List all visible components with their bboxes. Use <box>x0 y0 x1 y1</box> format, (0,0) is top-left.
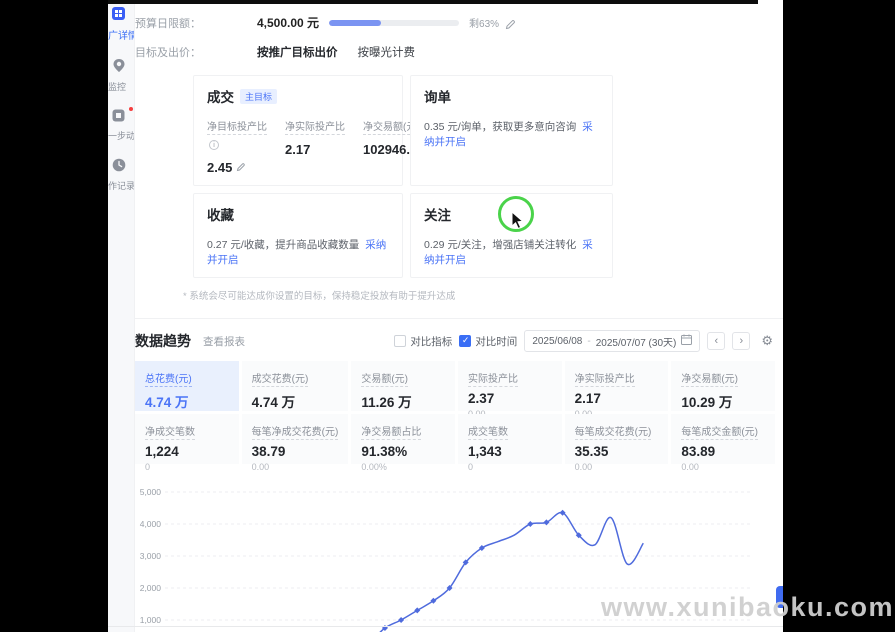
svg-text:4,000: 4,000 <box>140 519 162 529</box>
metric-net-actual-roi: 净实际投产比 2.17 <box>285 117 345 175</box>
metric-card-amount-per-order[interactable]: 每笔成交金额(元)83.890.00 <box>671 414 775 464</box>
anchor-rail: 广详情 监控 一步动 作记录 <box>108 4 135 632</box>
metric-card-net-actual-roi[interactable]: 净实际投产比2.170.00 <box>565 361 669 411</box>
notification-dot <box>129 107 133 111</box>
rail-item-label: 监控 <box>108 80 134 93</box>
goal-note: * 系统会尽可能达成你设置的目标，保持稳定投放有助于提升达成 <box>183 288 783 302</box>
rail-item-detail[interactable]: 广详情 <box>108 7 134 42</box>
rail-item-label: 一步动 <box>108 129 134 142</box>
goal-card-favorite: 收藏 0.27 元/收藏，提升商品收藏数量采纳并开启 <box>193 193 403 278</box>
budget-progress-fill <box>329 20 381 26</box>
tab-bid-by-goal[interactable]: 按推广目标出价 <box>257 44 338 60</box>
metric-card-deal-spend[interactable]: 成交花费(元)4.74 万0.00 <box>242 361 349 411</box>
watermark: www.xunibaoku.com <box>601 592 894 623</box>
clock-icon <box>112 158 134 177</box>
square-icon <box>112 109 134 127</box>
metric-card-total-spend[interactable]: 总花费(元)4.74 万0.00 <box>135 361 239 411</box>
rail-item-label: 广详情 <box>108 27 134 42</box>
gear-icon[interactable]: ⚙ <box>761 333 773 349</box>
date-range-input[interactable]: 2025/06/08 - 2025/07/07 (30天) <box>524 330 700 352</box>
svg-text:2,000: 2,000 <box>140 583 162 593</box>
metric-card-cost-per-order[interactable]: 每笔成交花费(元)35.350.00 <box>565 414 669 464</box>
metric-card-net-cost-per-order[interactable]: 每笔净成交花费(元)38.790.00 <box>242 414 349 464</box>
main-content: 预算日限额： 4,500.00 元 剩63% 目标及出价： 按推广目标出价 按曝… <box>135 4 783 632</box>
tab-bid-by-impression[interactable]: 按曝光计费 <box>358 44 416 60</box>
checkbox-checked-icon[interactable] <box>459 335 471 347</box>
trend-metric-cards: 总花费(元)4.74 万0.00 成交花费(元)4.74 万0.00 交易额(元… <box>135 361 775 464</box>
calendar-icon <box>681 334 692 348</box>
svg-text:3,000: 3,000 <box>140 551 162 561</box>
rail-item-history[interactable]: 作记录 <box>108 158 134 192</box>
compare-metric-checkbox[interactable]: 对比指标 <box>394 334 452 349</box>
goal-cards: 成交主目标 净目标投产比i 2.45 净实际投产比 2.17 <box>193 75 783 278</box>
view-report-link[interactable]: 查看报表 <box>203 334 245 349</box>
metric-card-gmv[interactable]: 交易额(元)11.26 万0.00 <box>351 361 455 411</box>
grid-icon <box>112 7 134 25</box>
checkbox-unchecked-icon[interactable] <box>394 335 406 347</box>
edit-budget-icon[interactable] <box>505 17 516 28</box>
mouse-cursor <box>511 211 525 235</box>
goal-card-deal: 成交主目标 净目标投产比i 2.45 净实际投产比 2.17 <box>193 75 403 186</box>
info-icon[interactable]: i <box>209 140 219 150</box>
rail-item-monitor[interactable]: 监控 <box>108 58 134 93</box>
metric-card-actual-roi[interactable]: 实际投产比2.370.00 <box>458 361 562 411</box>
budget-label: 预算日限额： <box>135 15 257 31</box>
svg-text:1,000: 1,000 <box>140 615 162 625</box>
pin-icon <box>112 58 134 78</box>
budget-value: 4,500.00 元 <box>257 14 319 31</box>
bidding-label: 目标及出价： <box>135 44 257 60</box>
budget-remaining: 剩63% <box>469 15 499 30</box>
app-panel: 广详情 监控 一步动 作记录 <box>108 0 783 632</box>
trend-title: 数据趋势 <box>135 331 191 351</box>
campaign-settings: 预算日限额： 4,500.00 元 剩63% 目标及出价： 按推广目标出价 按曝… <box>135 4 783 302</box>
svg-text:5,000: 5,000 <box>140 487 162 497</box>
metric-card-orders[interactable]: 成交笔数1,3430 <box>458 414 562 464</box>
goal-card-inquiry: 询单 0.35 元/询单，获取更多意向咨询采纳并开启 <box>410 75 613 186</box>
prev-period-button[interactable]: ‹ <box>707 332 725 350</box>
metric-card-net-orders[interactable]: 净成交笔数1,2240 <box>135 414 239 464</box>
compare-time-checkbox[interactable]: 对比时间 <box>459 334 517 349</box>
goal-card-title: 成交 <box>207 86 234 106</box>
screen: 广详情 监控 一步动 作记录 <box>0 0 895 632</box>
next-period-button[interactable]: › <box>732 332 750 350</box>
trend-section: 数据趋势 查看报表 对比指标 对比时间 2025/06/08 - 2025/07… <box>135 319 783 632</box>
metric-net-target-roi: 净目标投产比i 2.45 <box>207 117 267 175</box>
rail-item-next-action[interactable]: 一步动 <box>108 109 134 142</box>
metric-card-net-gmv-ratio[interactable]: 净交易额占比91.38%0.00% <box>351 414 455 464</box>
edit-roi-icon[interactable] <box>236 160 247 171</box>
primary-goal-badge: 主目标 <box>240 89 277 104</box>
budget-progress <box>329 20 459 26</box>
metric-card-net-gmv[interactable]: 净交易额(元)10.29 万0.00 <box>671 361 775 411</box>
panel-bottom-divider <box>108 626 783 627</box>
rail-item-label: 作记录 <box>108 179 134 192</box>
